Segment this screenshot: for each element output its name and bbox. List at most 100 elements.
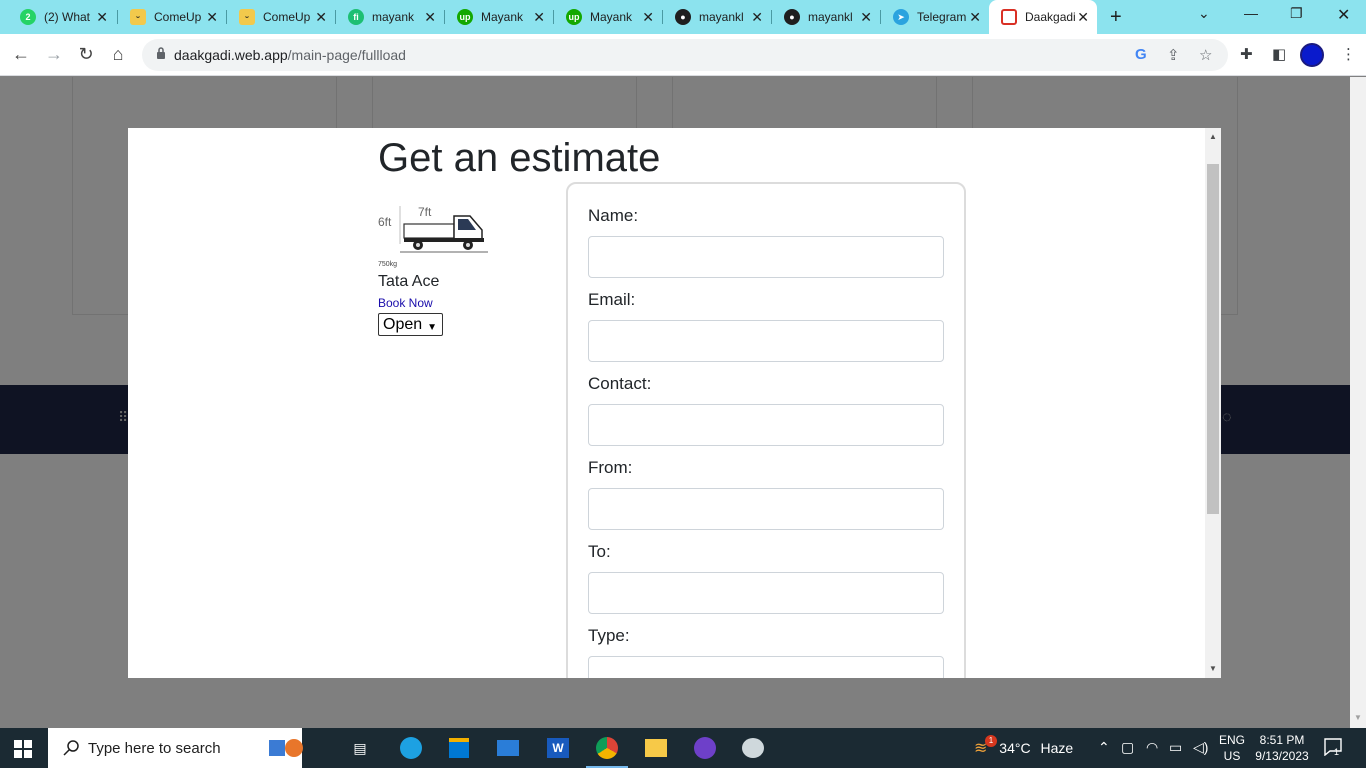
- tab-whatsapp[interactable]: 2 (2) What ✕: [8, 0, 116, 34]
- tab-title: ComeUp: [263, 10, 311, 24]
- clock-time: 8:51 PM: [1259, 733, 1305, 747]
- tab-search-chevron-icon[interactable]: ⌄: [1198, 5, 1210, 22]
- page-scrollbar[interactable]: ▼: [1350, 77, 1366, 728]
- close-tab-icon[interactable]: ✕: [751, 10, 763, 24]
- tab-github-2[interactable]: ● mayankl ✕: [772, 0, 880, 34]
- word-icon[interactable]: W: [545, 736, 571, 760]
- language-code: ENG: [1219, 733, 1246, 747]
- weather-condition: Haze: [1040, 740, 1074, 756]
- tab-github-1[interactable]: ● mayankl ✕: [663, 0, 771, 34]
- wifi-icon[interactable]: ◠: [1146, 739, 1158, 756]
- close-tab-icon[interactable]: ✕: [533, 10, 545, 24]
- to-input[interactable]: [588, 572, 944, 614]
- new-tab-button[interactable]: +: [1110, 6, 1122, 29]
- github-desktop-icon[interactable]: [692, 736, 718, 760]
- close-tab-icon[interactable]: ✕: [206, 10, 218, 24]
- clock[interactable]: 8:51 PM 9/13/2023: [1254, 732, 1310, 764]
- modal-scrollbar[interactable]: ▲ ▼: [1205, 128, 1221, 678]
- meet-now-icon[interactable]: ▢: [1121, 739, 1134, 756]
- paint-icon[interactable]: [740, 736, 766, 760]
- edge-icon[interactable]: [398, 736, 424, 760]
- tab-upwork-2[interactable]: up Mayank ✕: [554, 0, 662, 34]
- search-icon: [63, 740, 79, 756]
- notification-count: 1: [1334, 747, 1339, 756]
- bookmark-star-icon[interactable]: ☆: [1199, 46, 1212, 64]
- tab-title: mayankl: [808, 10, 853, 24]
- telegram-icon: ➤: [893, 9, 909, 25]
- book-now-link[interactable]: Book Now: [378, 296, 433, 310]
- contact-label: Contact:: [588, 374, 652, 393]
- upwork-icon: up: [566, 9, 582, 25]
- estimate-form: Name: Email: Contact: From: To: Type:: [566, 182, 966, 678]
- taskbar-search[interactable]: Type here to search: [48, 728, 302, 768]
- close-tab-icon[interactable]: ✕: [96, 10, 108, 24]
- truck-height-label: 6ft: [378, 215, 392, 229]
- tab-comeup-1[interactable]: ᵕ ComeUp ✕: [118, 0, 226, 34]
- search-highlight-icon[interactable]: [268, 736, 304, 760]
- url-text[interactable]: daakgadi.web.app/main-page/fullload: [174, 47, 406, 63]
- comeup-icon: ᵕ: [239, 9, 255, 25]
- scroll-down-arrow-icon[interactable]: ▼: [1354, 713, 1362, 722]
- close-tab-icon[interactable]: ✕: [642, 10, 654, 24]
- contact-input[interactable]: [588, 404, 944, 446]
- minimize-button[interactable]: —: [1244, 5, 1258, 21]
- type-input[interactable]: [588, 656, 944, 678]
- side-panel-icon[interactable]: ◧: [1272, 45, 1286, 63]
- name-input[interactable]: [588, 236, 944, 278]
- volume-icon[interactable]: ◁): [1193, 739, 1208, 756]
- scroll-down-arrow-icon[interactable]: ▼: [1209, 664, 1217, 673]
- tab-comeup-2[interactable]: ᵕ ComeUp ✕: [227, 0, 335, 34]
- tab-title: mayankl: [699, 10, 744, 24]
- task-view-icon[interactable]: ▤: [347, 736, 373, 760]
- close-tab-icon[interactable]: ✕: [1077, 10, 1089, 24]
- chevron-up-icon[interactable]: ⌃: [1098, 739, 1110, 756]
- close-tab-icon[interactable]: ✕: [860, 10, 872, 24]
- tab-fiverr[interactable]: fi mayank ✕: [336, 0, 444, 34]
- close-tab-icon[interactable]: ✕: [424, 10, 436, 24]
- tab-daakgadi[interactable]: Daakgadi ✕: [989, 0, 1097, 34]
- close-tab-icon[interactable]: ✕: [315, 10, 327, 24]
- tab-title: (2) What: [44, 10, 91, 24]
- home-button[interactable]: ⌂: [107, 44, 129, 65]
- back-button[interactable]: ←: [10, 44, 32, 65]
- fiverr-icon: fi: [348, 9, 364, 25]
- restore-button[interactable]: ❐: [1290, 5, 1303, 22]
- file-explorer-icon[interactable]: [643, 736, 669, 760]
- address-bar[interactable]: daakgadi.web.app/main-page/fullload G ⇪ …: [142, 39, 1228, 71]
- from-label: From:: [588, 458, 633, 477]
- from-input[interactable]: [588, 488, 944, 530]
- daakgadi-icon: [1001, 9, 1017, 25]
- extensions-icon[interactable]: ✚: [1240, 45, 1253, 63]
- reload-button[interactable]: ↻: [75, 44, 97, 65]
- github-icon: ●: [675, 9, 691, 25]
- tab-telegram[interactable]: ➤ Telegram ✕: [881, 0, 989, 34]
- windows-start-icon[interactable]: [14, 740, 32, 758]
- forward-button[interactable]: →: [43, 44, 65, 65]
- battery-icon[interactable]: ▭: [1169, 739, 1182, 756]
- menu-icon[interactable]: ⋮: [1341, 45, 1356, 63]
- lock-icon[interactable]: [156, 47, 166, 59]
- truck-type-select[interactable]: Open ▼: [378, 313, 443, 336]
- type-label: Type:: [588, 626, 630, 645]
- tab-upwork-1[interactable]: up Mayank ✕: [445, 0, 553, 34]
- close-tab-icon[interactable]: ✕: [969, 10, 981, 24]
- close-window-button[interactable]: ✕: [1337, 5, 1350, 25]
- weather-widget[interactable]: ≋ 1 34°C Haze: [974, 735, 1074, 758]
- scroll-up-arrow-icon[interactable]: ▲: [1209, 132, 1217, 141]
- language-indicator[interactable]: ENG US: [1219, 732, 1245, 764]
- mail-icon[interactable]: [495, 736, 521, 760]
- modal-title: Get an estimate: [378, 136, 661, 180]
- clock-date: 9/13/2023: [1255, 749, 1309, 763]
- notification-center-icon[interactable]: 1: [1324, 738, 1344, 756]
- email-input[interactable]: [588, 320, 944, 362]
- tab-strip: 2 (2) What ✕ ᵕ ComeUp ✕ ᵕ ComeUp ✕ fi ma…: [0, 0, 1366, 34]
- scrollbar-thumb[interactable]: [1207, 164, 1219, 514]
- tab-title: ComeUp: [154, 10, 202, 24]
- profile-avatar[interactable]: [1300, 43, 1324, 67]
- tab-title: Daakgadi: [1025, 10, 1076, 24]
- chrome-icon[interactable]: [586, 736, 628, 768]
- microsoft-store-icon[interactable]: [446, 736, 472, 760]
- share-icon[interactable]: ⇪: [1167, 46, 1180, 64]
- search-placeholder: Type here to search: [88, 740, 221, 757]
- google-translate-icon[interactable]: G: [1135, 46, 1147, 63]
